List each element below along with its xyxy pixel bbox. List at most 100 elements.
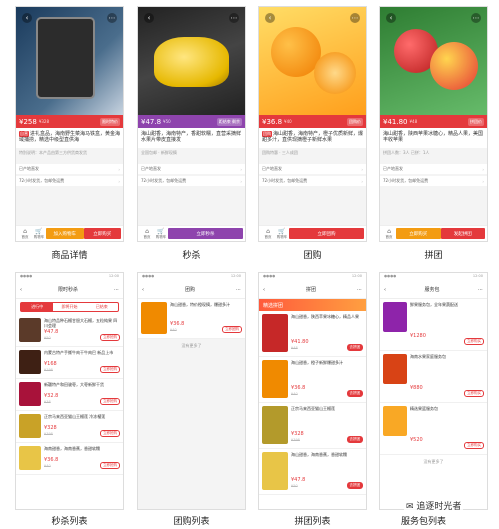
product-image: ‹ ⋯ — [16, 7, 123, 115]
list-item[interactable]: 海山特品种石榴甘胆大石榴，五粒纯果 四川会理 ¥47.8 ¥50 立即抢购 — [16, 315, 123, 347]
list-item[interactable]: 海南甜香，海南香蕉，香甜软糯 ¥36.8 ¥40 立即抢购 — [16, 443, 123, 475]
price-tag: 限时特价 — [100, 117, 120, 126]
shipping-row[interactable]: 72小时发货，包邮免运费 › — [16, 176, 123, 186]
caption-seckill: 秒杀 — [182, 251, 201, 261]
watermark: ✉ 追逐时光者 — [404, 499, 464, 512]
back-icon[interactable]: ‹ — [144, 13, 154, 23]
share-icon[interactable]: ⋯ — [471, 13, 481, 23]
buy-button[interactable]: 立即购买 — [464, 338, 484, 345]
buy-alone-button[interactable]: 立即购买 — [396, 228, 441, 239]
tab-ongoing[interactable]: 进行中 — [21, 303, 54, 311]
list-item[interactable]: 海山甜香，特价橙现摘，爆甜多汁 ¥36.8 ¥40 立即团购 — [138, 299, 245, 339]
group-buy-button[interactable]: 立即团购 — [289, 228, 364, 239]
buy-button[interactable]: 立即购买 — [464, 390, 484, 397]
cart-tab[interactable]: 🛒 购物车 — [154, 228, 168, 239]
buy-button[interactable]: 立即购买 — [464, 442, 484, 449]
caption-product-detail: 商品详情 — [51, 251, 88, 261]
more-icon[interactable]: ⋯ — [114, 287, 119, 293]
share-icon[interactable]: ⋯ — [107, 13, 117, 23]
seckill-tabs: 进行中 即将开始 已结束 — [20, 302, 119, 312]
buy-button[interactable]: 立即抢购 — [100, 398, 120, 405]
origin-row[interactable]: 已产地直发 › — [259, 164, 366, 174]
more-icon[interactable]: ⋯ — [478, 287, 483, 293]
status-bar: ●●●● 12:00 — [20, 274, 119, 278]
tab-upcoming[interactable]: 即将开始 — [53, 303, 85, 311]
navbar: ‹ 限时秒杀 ⋯ — [16, 281, 123, 299]
cart-tab[interactable]: 🛒 购物车 — [275, 228, 289, 239]
action-bar: ⌂ 首页 立即购买 发起拼团 — [380, 225, 487, 241]
caption-service-list: 服务包列表 — [401, 517, 447, 527]
caption-seckill-list: 秒杀列表 — [51, 517, 88, 527]
list-item[interactable]: 海山甜香，橙子新鲜爆甜多汁 ¥36.8 ¥40 去拼团 — [259, 357, 366, 403]
home-tab[interactable]: ⌂ 首页 — [382, 228, 396, 239]
buy-button[interactable]: 立即抢购 — [100, 430, 120, 437]
product-note: 拼团人数：3人 已拼：1人 — [383, 150, 430, 155]
back-icon[interactable]: ‹ — [22, 13, 32, 23]
list-item[interactable]: 海山甜香，海南香蕉，香甜软糯 ¥47.8 ¥50 去拼团 — [259, 449, 366, 495]
origin-row[interactable]: 已产地直发 › — [16, 164, 123, 174]
caption-pintuan: 拼团 — [424, 251, 443, 261]
more-icon[interactable]: ⋯ — [236, 287, 241, 293]
cart-tab[interactable]: 🛒 购物车 — [32, 228, 46, 239]
price-bar: ¥258 ¥328 限时特价 — [16, 115, 123, 128]
origin-row[interactable]: 已产地直发 › — [138, 164, 245, 174]
add-cart-button[interactable]: 加入购物车 — [46, 228, 84, 239]
back-icon[interactable]: ‹ — [386, 13, 396, 23]
old-price: ¥328 — [38, 119, 50, 124]
wechat-icon: ✉ — [406, 502, 414, 512]
share-icon[interactable]: ⋯ — [350, 13, 360, 23]
status-bar: ●●●● 12:00 — [138, 273, 245, 281]
screen-product-detail: ‹ ⋯ ¥258 ¥328 限时特价 自营 进礼盒品，海南野生菜海马铁盒，黄金海域… — [15, 6, 124, 242]
back-icon[interactable]: ‹ — [265, 13, 275, 23]
home-tab[interactable]: ⌂ 首页 — [261, 228, 275, 239]
screen-seckill: ‹ ⋯ ¥47.8 ¥50 距结束 剩余 海山甜香，海南特产，香甜软糯，直营采摘鲜水… — [137, 6, 246, 242]
end-of-list: 没有更多了 — [423, 459, 444, 464]
screen-seckill-list: ●●●● 12:00 ‹ 限时秒杀 ⋯ 进行中 即将开始 已结束 海山特品种石榴甘胆大… — [15, 272, 124, 510]
buy-button[interactable]: 立即抢购 — [100, 334, 120, 341]
more-icon[interactable]: ⋯ — [357, 287, 362, 293]
share-icon[interactable]: ⋯ — [229, 13, 239, 23]
price: ¥258 — [19, 117, 37, 126]
shipping-row[interactable]: 72小时发货，包邮免运费 › — [259, 176, 366, 186]
price-bar: ¥41.80 ¥48 拼团价 — [380, 115, 487, 128]
buy-button[interactable]: 立即抢购 — [100, 366, 120, 373]
giftbox-image — [38, 19, 93, 97]
list-item[interactable]: 正宗马来西亚猫山王榴莲 冷冻榴莲 ¥328 ¥398 立即抢购 — [16, 411, 123, 443]
product-note: 全国包邮 · 新鲜现摘 — [141, 150, 177, 155]
caption-group-list: 团购列表 — [173, 517, 210, 527]
shipping-row[interactable]: 72小时发货，包邮免运费 › — [380, 176, 487, 186]
shipping-row[interactable]: 72小时发货，包邮免运费 › — [138, 176, 245, 186]
buy-button[interactable]: 立即购买 — [83, 228, 121, 239]
home-tab[interactable]: ⌂ 首页 — [140, 228, 154, 239]
product-title: 海山甜香，陕西苹果冰糖心，精品人果，美国丰收苹果 — [380, 128, 487, 148]
home-tab[interactable]: ⌂ 首页 — [18, 228, 32, 239]
screen-group-list: ●●●● 12:00 ‹ 团购 ⋯ 海山甜香，特价橙现摘，爆甜多汁 ¥36.8 ¥40 立即… — [137, 272, 246, 510]
list-item[interactable]: 海南水果家庭服务包 ¥880 立即购买 — [380, 351, 487, 403]
pintuan-button[interactable]: 去拼团 — [346, 436, 363, 443]
status-bar: ●●●● 12:00 — [263, 274, 362, 278]
pintuan-button[interactable]: 去拼团 — [346, 482, 363, 489]
product-title: 海山甜香，海南特产，香甜软糯，直营采摘鲜水果片带皮直接发 — [138, 128, 245, 148]
list-item[interactable]: 海山甜香，陕西苹果冰糖心，精品人果 ¥41.80 ¥48 去拼团 — [259, 311, 366, 357]
navbar: ‹ 服务包 ⋯ — [380, 281, 487, 299]
banana-image — [154, 37, 229, 87]
list-item[interactable]: 精选果篮服务包 ¥520 立即购买 — [380, 403, 487, 455]
buy-button[interactable]: 立即抢购 — [100, 462, 120, 469]
seckill-button[interactable]: 立即秒杀 — [168, 228, 243, 239]
tab-ended[interactable]: 已结束 — [86, 303, 118, 311]
pintuan-button[interactable]: 去拼团 — [346, 390, 363, 397]
status-bar: ●●●● 12:00 — [384, 274, 483, 278]
group-buy-button[interactable]: 立即团购 — [222, 326, 242, 333]
product-note: 团购特惠 · 三人成团 — [262, 150, 298, 155]
list-item[interactable]: 新疆特产和田骏枣，大枣新鲜干货 ¥32.8 ¥38 立即抢购 — [16, 379, 123, 411]
list-item[interactable]: 鲜果服务包，全年果蔬配送 ¥1280 立即购买 — [380, 299, 487, 351]
product-note: 特别说明：本产品由第三方供货商发货 — [19, 150, 87, 155]
end-of-list: 没有更多了 — [181, 343, 202, 348]
list-item[interactable]: 正宗马来西亚猫山王榴莲 ¥328 ¥398 去拼团 — [259, 403, 366, 449]
action-bar: ⌂ 首页 🛒 购物车 立即团购 — [259, 225, 366, 241]
pintuan-button[interactable]: 去拼团 — [346, 344, 363, 351]
list-item[interactable]: 内蒙古特产手撕牛肉干牛肉巴 新品上市 ¥168 ¥198 立即抢购 — [16, 347, 123, 379]
start-pintuan-button[interactable]: 发起拼团 — [440, 228, 485, 239]
action-bar: ⌂ 首页 🛒 购物车 立即秒杀 — [138, 225, 245, 241]
origin-row[interactable]: 已产地直发 › — [380, 164, 487, 174]
